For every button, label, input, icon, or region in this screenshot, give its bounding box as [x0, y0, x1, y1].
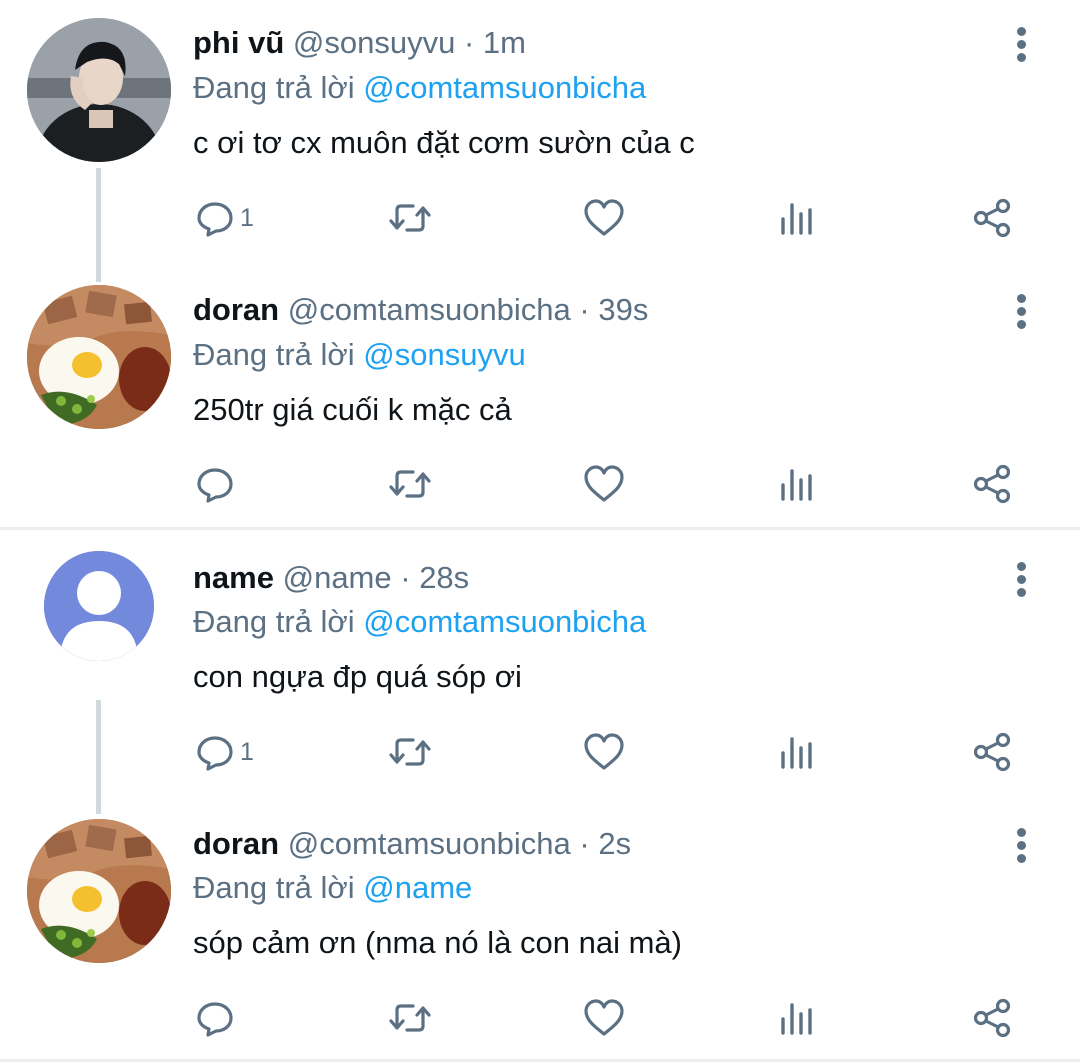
- like-button[interactable]: [582, 988, 626, 1048]
- tweet-text: c ơi tơ cx muôn đặt cơm sườn của c: [193, 125, 695, 160]
- timestamp[interactable]: 1m: [483, 25, 526, 60]
- share-button[interactable]: [970, 988, 1014, 1048]
- more-options-icon[interactable]: [1008, 559, 1036, 599]
- reply-button[interactable]: 1: [194, 188, 254, 248]
- mention-link[interactable]: @sonsuyvu: [363, 337, 525, 372]
- tweet-header: doran @comtamsuonbicha · 39s: [193, 290, 648, 330]
- tweet-text: sóp cảm ơn (nma nó là con nai mà): [193, 925, 682, 960]
- like-button[interactable]: [582, 722, 626, 782]
- mention-link[interactable]: @comtamsuonbicha: [363, 70, 646, 105]
- user-handle[interactable]: @comtamsuonbicha: [288, 826, 571, 861]
- tweet-header: phi vũ @sonsuyvu · 1m: [193, 23, 526, 63]
- share-button[interactable]: [970, 454, 1014, 514]
- action-bar: [190, 988, 1040, 1048]
- user-handle[interactable]: @comtamsuonbicha: [288, 292, 571, 327]
- share-button[interactable]: [970, 722, 1014, 782]
- analytics-icon: [781, 737, 812, 769]
- broken-rice-photo-icon: [27, 285, 171, 429]
- retweet-icon: [389, 738, 431, 766]
- replying-to: Đang trả lời @sonsuyvu: [193, 335, 526, 375]
- reply-button[interactable]: [194, 988, 240, 1048]
- action-bar: 1: [190, 722, 1040, 782]
- like-icon: [584, 199, 624, 236]
- more-options-icon[interactable]: [1008, 825, 1036, 865]
- analytics-button[interactable]: [776, 722, 816, 782]
- replying-to: Đang trả lời @name: [193, 868, 472, 908]
- timestamp[interactable]: 2s: [598, 826, 631, 861]
- analytics-button[interactable]: [776, 454, 816, 514]
- replying-label: Đang trả lời: [193, 604, 355, 639]
- meta-separator: ·: [570, 292, 599, 327]
- share-icon: [973, 998, 1011, 1038]
- reply-button[interactable]: [194, 454, 240, 514]
- tweet[interactable]: phi vũ @sonsuyvu · 1m Đang trả lời @comt…: [0, 0, 1080, 262]
- retweet-button[interactable]: [386, 188, 434, 248]
- retweet-icon: [389, 204, 431, 232]
- share-button[interactable]: [970, 188, 1014, 248]
- timestamp[interactable]: 28s: [419, 560, 469, 595]
- reply-count: 1: [240, 203, 254, 232]
- share-icon: [973, 732, 1011, 772]
- more-options-icon[interactable]: [1008, 24, 1036, 64]
- tweet-header: doran @comtamsuonbicha · 2s: [193, 824, 631, 864]
- display-name[interactable]: phi vũ: [193, 25, 284, 60]
- reply-count: 1: [240, 737, 254, 766]
- tweet-text: 250tr giá cuối k mặc cả: [193, 392, 512, 427]
- display-name[interactable]: doran: [193, 826, 279, 861]
- tweet[interactable]: doran @comtamsuonbicha · 2s Đang trả lời…: [0, 800, 1080, 1058]
- analytics-icon: [781, 203, 812, 235]
- timestamp[interactable]: 39s: [598, 292, 648, 327]
- reply-icon: [197, 736, 233, 771]
- reply-icon: [197, 1002, 233, 1037]
- display-name[interactable]: doran: [193, 292, 279, 327]
- replying-to: Đang trả lời @comtamsuonbicha: [193, 602, 646, 642]
- replying-label: Đang trả lời: [193, 870, 355, 905]
- avatar[interactable]: [27, 819, 171, 963]
- tweet-header: name @name · 28s: [193, 558, 469, 598]
- analytics-button[interactable]: [776, 188, 816, 248]
- user-handle[interactable]: @sonsuyvu: [293, 25, 455, 60]
- reply-icon: [197, 202, 233, 237]
- replying-to: Đang trả lời @comtamsuonbicha: [193, 68, 646, 108]
- more-options-icon[interactable]: [1008, 291, 1036, 331]
- retweet-button[interactable]: [386, 454, 434, 514]
- retweet-button[interactable]: [386, 722, 434, 782]
- person-photo-icon: [27, 18, 171, 162]
- action-bar: 1: [190, 188, 1040, 248]
- avatar[interactable]: [27, 285, 171, 429]
- mention-link[interactable]: @name: [363, 870, 472, 905]
- tweet-text: con ngựa đp quá sóp ơi: [193, 659, 522, 694]
- tweet[interactable]: name @name · 28s Đang trả lời @comtamsuo…: [0, 534, 1080, 796]
- user-handle[interactable]: @name: [283, 560, 392, 595]
- replying-label: Đang trả lời: [193, 337, 355, 372]
- share-icon: [973, 464, 1011, 504]
- meta-separator: ·: [455, 25, 483, 60]
- reply-button[interactable]: 1: [194, 722, 254, 782]
- tweet[interactable]: doran @comtamsuonbicha · 39s Đang trả lờ…: [0, 266, 1080, 526]
- analytics-button[interactable]: [776, 988, 816, 1048]
- like-icon: [584, 733, 624, 770]
- share-icon: [973, 198, 1011, 238]
- analytics-icon: [781, 469, 812, 501]
- like-icon: [584, 999, 624, 1036]
- replying-label: Đang trả lời: [193, 70, 355, 105]
- retweet-icon: [389, 470, 431, 498]
- like-button[interactable]: [582, 454, 626, 514]
- retweet-button[interactable]: [386, 988, 434, 1048]
- conversation-divider: [0, 527, 1080, 530]
- like-button[interactable]: [582, 188, 626, 248]
- meta-separator: ·: [391, 560, 420, 595]
- like-icon: [584, 465, 624, 502]
- broken-rice-photo-icon: [27, 819, 171, 963]
- action-bar: [190, 454, 1040, 514]
- avatar[interactable]: [44, 551, 154, 661]
- mention-link[interactable]: @comtamsuonbicha: [363, 604, 646, 639]
- analytics-icon: [781, 1003, 812, 1035]
- reply-icon: [197, 468, 233, 503]
- avatar[interactable]: [27, 18, 171, 162]
- meta-separator: ·: [570, 826, 599, 861]
- display-name[interactable]: name: [193, 560, 274, 595]
- default-user-icon: [44, 551, 154, 661]
- retweet-icon: [389, 1004, 431, 1032]
